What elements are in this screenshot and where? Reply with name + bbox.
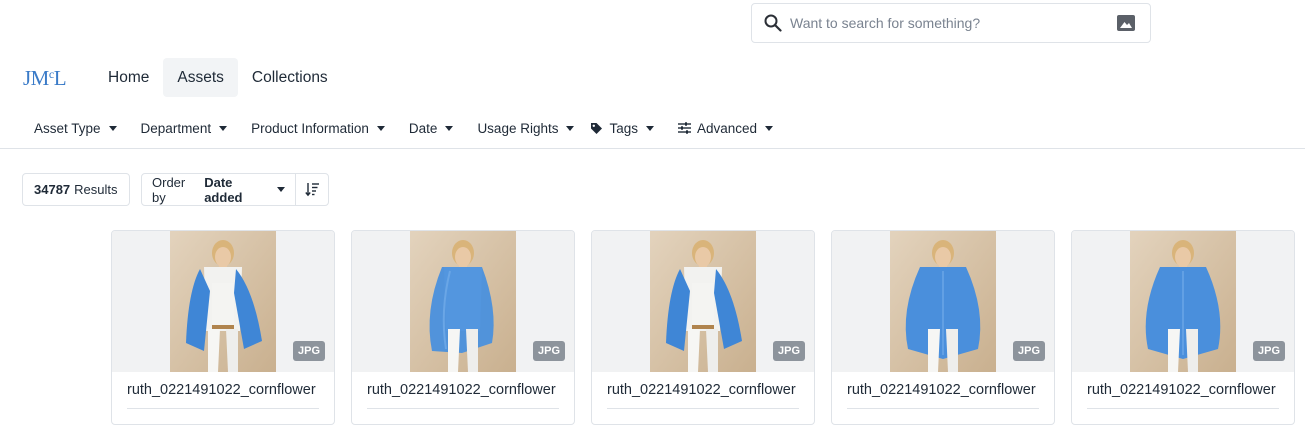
asset-name: ruth_0221491022_cornflower — [1087, 382, 1276, 398]
file-type-badge: JPG — [772, 341, 805, 361]
caret-down-icon — [646, 125, 655, 131]
asset-card[interactable]: JPG ruth_0221491022_cornflower — [831, 230, 1055, 425]
asset-grid: JPG ruth_0221491022_cornflower JPG ruth_022… — [111, 230, 1295, 425]
nav-collections[interactable]: Collections — [238, 58, 342, 97]
filter-label: Usage Rights — [477, 120, 559, 136]
asset-card[interactable]: JPG ruth_0221491022_cornflower — [1071, 230, 1295, 425]
image-search-icon[interactable] — [1116, 14, 1136, 32]
order-value: Date added — [204, 174, 243, 205]
order-prefix: Order by — [152, 174, 186, 205]
header-divider — [0, 148, 1305, 149]
caret-down-icon — [445, 125, 454, 131]
asset-thumbnail: JPG — [1072, 231, 1294, 372]
sort-direction-button[interactable] — [296, 174, 328, 205]
filter-department[interactable]: Department — [141, 121, 228, 136]
file-type-badge: JPG — [292, 341, 325, 361]
asset-card[interactable]: JPG ruth_0221491022_cornflower — [591, 230, 815, 425]
caret-down-icon — [219, 125, 228, 131]
product-photo-image — [890, 231, 996, 372]
asset-card[interactable]: JPG ruth_0221491022_cornflower — [351, 230, 575, 425]
filter-tags[interactable]: Tags — [590, 120, 655, 136]
filter-label: Product Information — [251, 120, 369, 136]
card-divider — [1087, 408, 1279, 409]
order-control: Order by Date added — [141, 173, 329, 206]
filter-label: Advanced — [697, 120, 758, 136]
brand-logo[interactable]: JMcL — [23, 66, 67, 92]
filter-asset-type[interactable]: Asset Type — [34, 121, 117, 136]
product-photo-image — [410, 231, 516, 372]
caret-down-icon — [108, 125, 117, 131]
app-root: JMcL Home Assets Collections Asset Type … — [0, 0, 1305, 434]
asset-name: ruth_0221491022_cornflower — [847, 382, 1036, 398]
asset-thumbnail: JPG — [592, 231, 814, 372]
logo-text-sup: c — [48, 67, 54, 81]
search-icon — [764, 14, 782, 32]
search-input[interactable] — [790, 4, 1110, 42]
nav-collections-label: Collections — [251, 68, 328, 86]
logo-text-main: JM — [23, 66, 49, 90]
card-divider — [607, 408, 799, 409]
file-type-badge: JPG — [532, 341, 565, 361]
sliders-icon — [678, 122, 692, 134]
filter-label: Asset Type — [34, 120, 101, 136]
caret-down-icon — [376, 125, 385, 131]
results-count: 34787 Results — [22, 173, 130, 206]
nav-home-label: Home — [108, 68, 150, 86]
filter-bar: Asset Type Department Product Informatio… — [22, 115, 797, 141]
card-divider — [847, 408, 1039, 409]
tag-icon — [591, 122, 603, 134]
order-by-select[interactable]: Order by Date added — [142, 174, 296, 205]
sort-descending-icon — [304, 183, 319, 197]
filter-advanced[interactable]: Advanced — [678, 120, 774, 136]
nav-assets[interactable]: Assets — [163, 58, 238, 97]
filter-usage-rights[interactable]: Usage Rights — [477, 120, 575, 136]
filter-label: Department — [140, 120, 212, 136]
asset-name: ruth_0221491022_cornflower — [367, 382, 556, 398]
card-divider — [127, 408, 319, 409]
filter-date[interactable]: Date — [409, 121, 454, 136]
results-number: 34787 — [34, 182, 71, 197]
card-divider — [367, 408, 559, 409]
logo-text-end: L — [53, 66, 67, 90]
filter-label: Date — [408, 120, 438, 136]
caret-down-icon — [566, 125, 575, 131]
caret-down-icon — [765, 125, 774, 131]
asset-card[interactable]: JPG ruth_0221491022_cornflower — [111, 230, 335, 425]
asset-thumbnail: JPG — [832, 231, 1054, 372]
filter-product-information[interactable]: Product Information — [251, 121, 385, 136]
asset-name: ruth_0221491022_cornflower — [127, 382, 316, 398]
file-type-badge: JPG — [1252, 341, 1285, 361]
caret-down-icon — [277, 187, 285, 192]
asset-name: ruth_0221491022_cornflower — [607, 382, 796, 398]
product-photo-image — [1130, 231, 1236, 372]
filter-label: Tags — [609, 120, 639, 136]
search-bar — [751, 3, 1151, 43]
nav-assets-label: Assets — [177, 68, 224, 86]
nav-home[interactable]: Home — [94, 58, 163, 97]
main-nav: Home Assets Collections — [94, 58, 342, 97]
product-photo-image — [170, 231, 276, 372]
asset-thumbnail: JPG — [112, 231, 334, 372]
results-label: Results — [74, 182, 118, 197]
product-photo-image — [650, 231, 756, 372]
file-type-badge: JPG — [1012, 341, 1045, 361]
asset-thumbnail: JPG — [352, 231, 574, 372]
